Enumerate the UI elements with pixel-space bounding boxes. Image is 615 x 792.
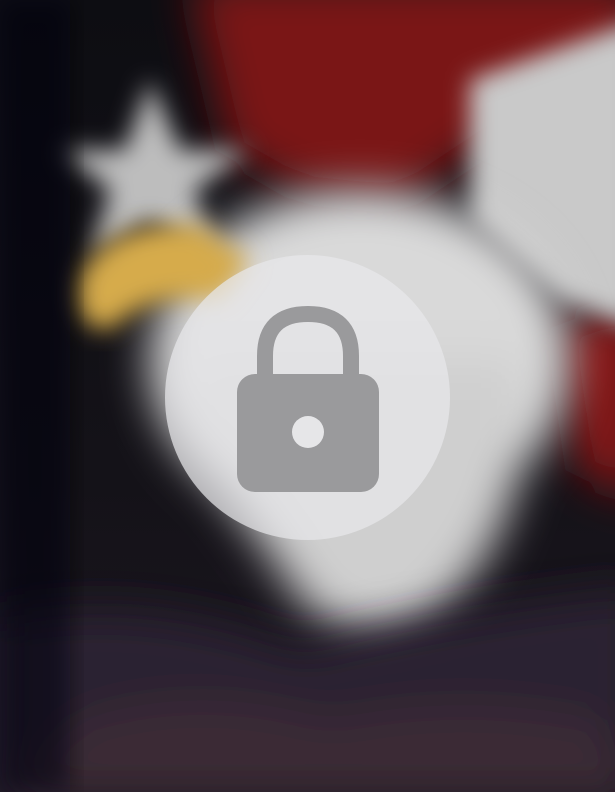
lock-icon: [236, 305, 379, 492]
lock-screen: [0, 0, 615, 792]
unlock-button[interactable]: [165, 255, 450, 540]
